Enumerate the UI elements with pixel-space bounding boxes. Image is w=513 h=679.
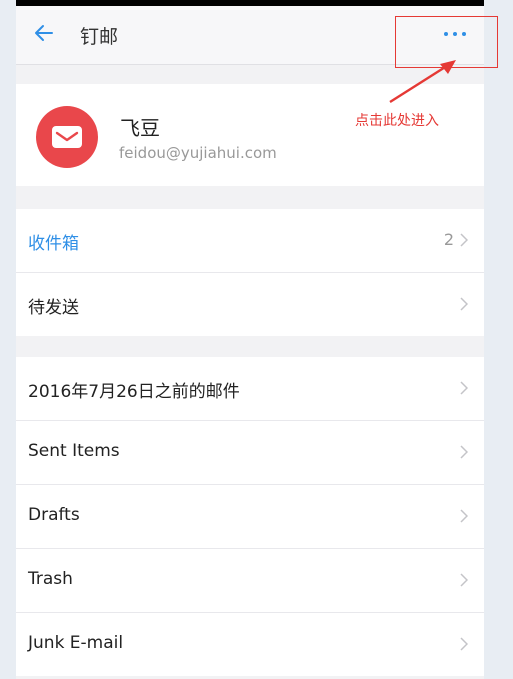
- back-arrow-icon[interactable]: [32, 20, 58, 46]
- folder-label: 收件箱: [28, 234, 79, 254]
- folder-row-inbox[interactable]: 收件箱 2: [16, 209, 484, 273]
- chevron-right-icon: [460, 509, 468, 523]
- mailbox-group-primary: 收件箱 2 待发送: [16, 209, 484, 336]
- chevron-right-icon: [460, 297, 468, 311]
- unread-count: 2: [443, 230, 454, 249]
- account-name: 飞豆: [120, 116, 160, 140]
- annotation-label: 点击此处进入: [355, 113, 439, 129]
- annotation-arrow-icon: [389, 60, 456, 104]
- folder-label: 2016年7月26日之前的邮件: [28, 382, 240, 402]
- folder-row-junk[interactable]: Junk E-mail: [16, 613, 484, 676]
- page-title: 钉邮: [80, 26, 119, 48]
- folder-label: Sent Items: [28, 441, 120, 461]
- folder-row-outbox[interactable]: 待发送: [16, 273, 484, 336]
- mail-avatar-icon: [36, 106, 98, 168]
- folder-row-drafts[interactable]: Drafts: [16, 485, 484, 549]
- chevron-right-icon: [460, 445, 468, 459]
- folder-row-trash[interactable]: Trash: [16, 549, 484, 613]
- chevron-right-icon: [460, 233, 468, 247]
- folder-label: 待发送: [28, 298, 79, 318]
- chevron-right-icon: [460, 637, 468, 651]
- folder-label: Drafts: [28, 505, 80, 525]
- chevron-right-icon: [460, 381, 468, 395]
- folder-row-archive[interactable]: 2016年7月26日之前的邮件: [16, 357, 484, 421]
- folder-label: Junk E-mail: [28, 633, 124, 653]
- folder-label: Trash: [28, 569, 73, 589]
- mailbox-group-folders: 2016年7月26日之前的邮件 Sent Items Drafts Trash …: [16, 357, 484, 676]
- chevron-right-icon: [460, 573, 468, 587]
- account-email: feidou@yujiahui.com: [119, 144, 277, 162]
- folder-row-sent[interactable]: Sent Items: [16, 421, 484, 485]
